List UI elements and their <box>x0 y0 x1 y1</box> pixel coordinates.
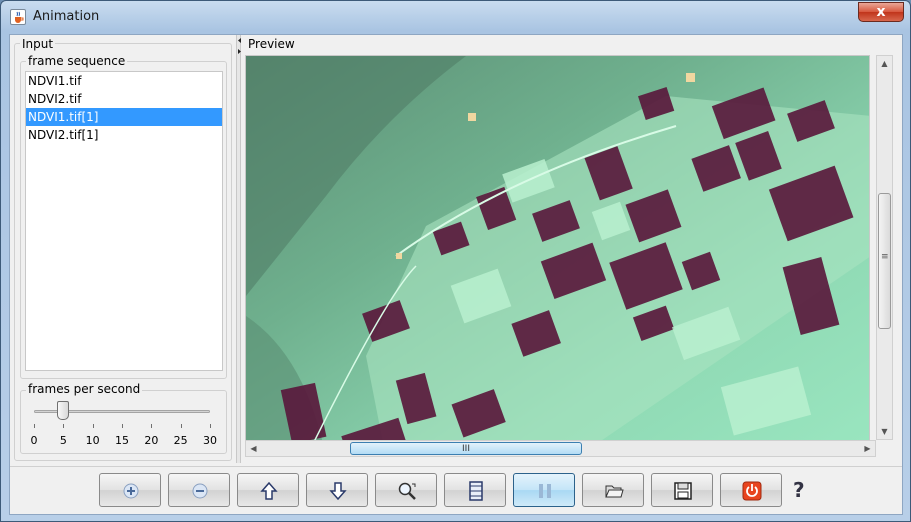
help-icon[interactable]: ? <box>793 478 805 502</box>
animation-window: Animation x Input frame sequence NDVI1.t… <box>0 0 911 522</box>
pause-button[interactable] <box>513 473 575 507</box>
slider-tick <box>151 424 153 428</box>
pause-icon <box>539 484 551 498</box>
slider-tick-label: 30 <box>203 434 217 447</box>
exit-button[interactable] <box>720 473 782 507</box>
slider-tick-label: 20 <box>144 434 159 447</box>
scroll-right-icon[interactable]: ▶ <box>860 441 875 456</box>
window-title: Animation <box>33 9 100 24</box>
frames-button[interactable] <box>444 473 506 507</box>
save-button[interactable] <box>651 473 713 507</box>
vertical-grip: ≡ <box>881 252 889 262</box>
scroll-left-icon[interactable]: ◀ <box>246 441 261 456</box>
list-item[interactable]: NDVI1.tif <box>26 72 222 90</box>
frame-sequence-title: frame sequence <box>26 54 128 68</box>
slider-tick <box>63 424 65 428</box>
title-bar[interactable]: Animation x <box>1 1 910 33</box>
slider-tick-label: 0 <box>30 434 38 447</box>
folder-icon <box>605 485 624 498</box>
slider-tick-label: 15 <box>115 434 129 447</box>
scroll-down-icon[interactable]: ▼ <box>877 424 892 439</box>
zoom-button[interactable] <box>375 473 437 507</box>
plus-icon <box>123 483 139 499</box>
remove-button[interactable] <box>168 473 230 507</box>
slider-tick <box>92 424 94 428</box>
slider-tick-label: 10 <box>85 434 100 447</box>
minus-icon <box>192 483 208 499</box>
open-button[interactable] <box>582 473 644 507</box>
magnifier-icon <box>398 482 416 500</box>
arrow-up-icon <box>260 481 278 500</box>
toolbar-separator <box>10 466 902 467</box>
split-pane-divider[interactable] <box>236 35 241 463</box>
add-button[interactable] <box>99 473 161 507</box>
arrow-down-icon <box>329 482 347 501</box>
preview-image <box>245 55 870 457</box>
preview-horizontal-scrollbar[interactable]: ◀ III ▶ <box>245 440 876 457</box>
slider-tick <box>210 424 211 428</box>
horizontal-scroll-thumb[interactable]: III <box>350 442 582 455</box>
ndvi-satellite-image <box>246 56 869 456</box>
move-down-button[interactable] <box>306 473 368 507</box>
preview-title: Preview <box>246 37 297 51</box>
list-item[interactable]: NDVI2.tif <box>26 90 222 108</box>
power-icon <box>742 481 762 501</box>
list-item[interactable]: NDVI2.tif[1] <box>26 126 222 144</box>
floppy-icon <box>674 482 692 500</box>
fps-title: frames per second <box>26 382 143 396</box>
film-strip-icon <box>469 481 483 501</box>
slider-tick-label: 25 <box>173 434 188 447</box>
slider-tick <box>122 424 123 428</box>
close-button[interactable]: x <box>858 2 904 22</box>
preview-vertical-scrollbar[interactable]: ▲ ≡ ▼ <box>876 55 893 440</box>
scroll-up-icon[interactable]: ▲ <box>877 56 892 71</box>
frame-sequence-list[interactable]: NDVI1.tif NDVI2.tif NDVI1.tif[1] NDVI2.t… <box>25 71 223 371</box>
slider-tick <box>180 424 182 428</box>
java-cup-icon <box>10 9 26 25</box>
window-content: Input frame sequence NDVI1.tif NDVI2.tif… <box>9 34 903 515</box>
list-item-selected[interactable]: NDVI1.tif[1] <box>26 108 222 126</box>
fps-slider-thumb[interactable] <box>57 401 70 420</box>
slider-tick-label: 5 <box>59 434 67 447</box>
divider-arrows-icon[interactable] <box>237 37 242 57</box>
vertical-scroll-thumb[interactable]: ≡ <box>878 193 891 329</box>
input-panel-title: Input <box>20 37 56 51</box>
slider-tick <box>34 424 35 428</box>
move-up-button[interactable] <box>237 473 299 507</box>
